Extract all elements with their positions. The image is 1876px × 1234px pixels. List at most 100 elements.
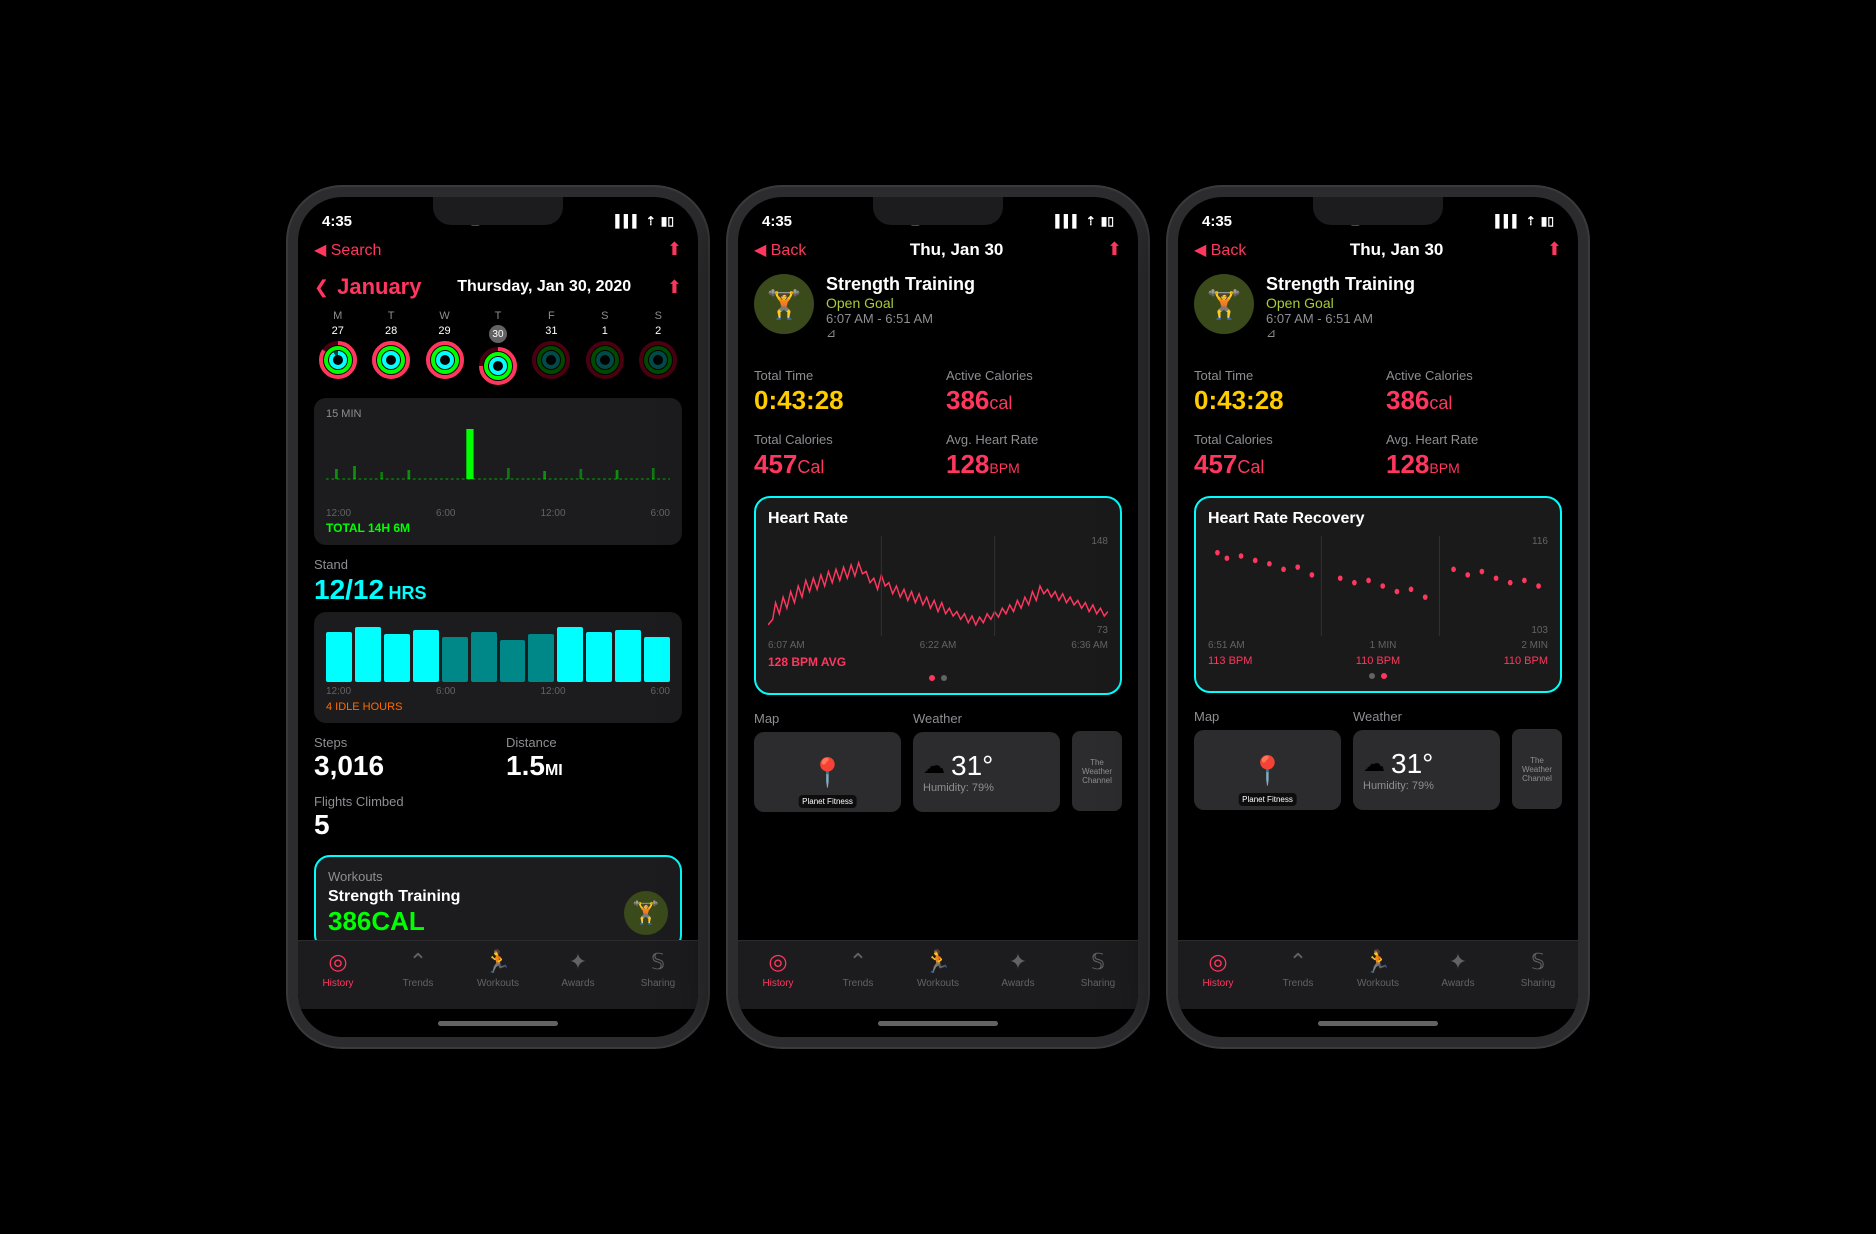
tab-history-1[interactable]: ◎ History (298, 949, 378, 989)
map-section-2: Map 📍 Planet Fitness (754, 711, 901, 812)
activity-ring-3 (478, 346, 518, 386)
weather-label-2: Weather (913, 711, 1060, 726)
awards-icon-3: ✦ (1449, 949, 1467, 975)
sharing-icon-1: 𝕊 (651, 949, 665, 975)
workout-goal-2: Open Goal (826, 295, 1122, 311)
metrics-row: Steps 3,016 Distance 1.5MI (314, 735, 682, 782)
day-col-1[interactable]: T 28 (367, 310, 414, 386)
chevron-left-icon[interactable]: ❮ (314, 277, 329, 298)
phone-3: 4:35 ⊿ ▲ ▌▌▌ ⇡ ▮▯ ◀ Back Thu, Jan 30 ⬆ 🏋 (1168, 187, 1588, 1047)
tab-sharing-1[interactable]: 𝕊 Sharing (618, 949, 698, 989)
dot-active-2 (929, 675, 935, 681)
stat-hr-value-2: 128BPM (946, 449, 1122, 480)
idle-label: 4 IDLE HOURS (326, 701, 670, 713)
hr-avg-2: 128 BPM AVG (768, 655, 1108, 669)
trends-label-1: Trends (403, 978, 434, 989)
workout-goal-3: Open Goal (1266, 295, 1562, 311)
hr-time-row-2: 6:07 AM 6:22 AM 6:36 AM (768, 640, 1108, 651)
tab-awards-3[interactable]: ✦ Awards (1418, 949, 1498, 989)
nav-bar-2: ◀ Back Thu, Jan 30 ⬆ (738, 237, 1138, 266)
day-col-3[interactable]: T 30 (474, 310, 521, 386)
stat-total-cal-2: Total Calories 457Cal (754, 432, 930, 480)
trends-label-3: Trends (1283, 978, 1314, 989)
tab-sharing-2[interactable]: 𝕊 Sharing (1058, 949, 1138, 989)
tab-sharing-3[interactable]: 𝕊 Sharing (1498, 949, 1578, 989)
home-bar-2 (878, 1021, 998, 1026)
stat-active-cal-label-3: Active Calories (1386, 368, 1562, 383)
tab-trends-1[interactable]: ⌃ Trends (378, 949, 458, 989)
workouts-card[interactable]: Workouts Strength Training 386CAL 🏋 (314, 855, 682, 940)
day-col-0[interactable]: M 27 (314, 310, 361, 386)
day-col-5[interactable]: S 1 (581, 310, 628, 386)
date-full: Thursday, Jan 30, 2020 (457, 278, 631, 296)
sharing-label-3: Sharing (1521, 978, 1555, 989)
weather-icon-row-2: ☁ 31° (923, 750, 1050, 782)
flights-label: Flights Climbed (314, 794, 682, 809)
wifi-icon-3: ⇡ (1526, 214, 1536, 228)
hr-recovery-chart-area-3: 116 (1208, 536, 1548, 636)
history-icon-3: ◎ (1208, 949, 1227, 975)
weather-temp-3: 31° (1391, 748, 1433, 780)
stand-bar-1 (355, 627, 381, 682)
tab-workouts-1[interactable]: 🏃 Workouts (458, 949, 538, 989)
activity-ring-6 (638, 340, 678, 380)
stat-total-time-label-2: Total Time (754, 368, 930, 383)
hr-recovery-max-3: 116 (1532, 536, 1548, 547)
share-icon-3[interactable]: ⬆ (1547, 239, 1562, 260)
nav-bar-1: ◀ Search ⬆ (298, 237, 698, 266)
workouts-card-title: Workouts (328, 869, 668, 884)
weather-icon-row-3: ☁ 31° (1363, 748, 1490, 780)
stat-total-time-label-3: Total Time (1194, 368, 1370, 383)
tab-awards-1[interactable]: ✦ Awards (538, 949, 618, 989)
map-thumb-2[interactable]: 📍 Planet Fitness (754, 732, 901, 812)
stand-bar-11 (644, 637, 670, 682)
hr-chart-title-2: Heart Rate (768, 510, 1108, 528)
history-label-2: History (762, 978, 793, 989)
dot-inactive-3a (1369, 673, 1375, 679)
tab-trends-2[interactable]: ⌃ Trends (818, 949, 898, 989)
status-icons-1: ▌▌▌ ⇡ ▮▯ (615, 214, 674, 228)
stand-bar-6 (500, 640, 526, 682)
awards-icon-2: ✦ (1009, 949, 1027, 975)
nav-back-1[interactable]: ◀ Search (314, 240, 381, 260)
tab-workouts-2[interactable]: 🏃 Workouts (898, 949, 978, 989)
nav-back-2[interactable]: ◀ Back (754, 240, 806, 260)
trends-icon-3: ⌃ (1289, 949, 1307, 975)
tab-trends-3[interactable]: ⌃ Trends (1258, 949, 1338, 989)
map-label-2: Map (754, 711, 901, 726)
stat-total-cal-3: Total Calories 457Cal (1194, 432, 1370, 480)
share-month-icon[interactable]: ⬆ (667, 277, 682, 298)
weather-humidity-3: Humidity: 79% (1363, 780, 1490, 792)
cloud-icon-2: ☁ (923, 753, 945, 779)
map-thumb-3[interactable]: 📍 Planet Fitness (1194, 730, 1341, 810)
stat-total-cal-label-3: Total Calories (1194, 432, 1370, 447)
share-icon-1[interactable]: ⬆ (667, 239, 682, 260)
weather-temp-2: 31° (951, 750, 993, 782)
tab-bar-2: ◎ History ⌃ Trends 🏃 Workouts ✦ Awards 𝕊 (738, 940, 1138, 1009)
stand-bar-8 (557, 627, 583, 682)
share-icon-2[interactable]: ⬆ (1107, 239, 1122, 260)
hr-val-1-3: 110 BPM (1356, 655, 1400, 667)
stats-grid-2: Total Time 0:43:28 Active Calories 386ca… (754, 368, 1122, 480)
nav-bar-3: ◀ Back Thu, Jan 30 ⬆ (1178, 237, 1578, 266)
dot-indicator-2 (768, 675, 1108, 681)
hr-max-2: 148 (1091, 536, 1108, 547)
wifi-icon-2: ⇡ (1086, 214, 1096, 228)
month-header: ❮ January Thursday, Jan 30, 2020 ⬆ (314, 274, 682, 300)
day-col-2[interactable]: W 29 (421, 310, 468, 386)
signal-icon-1: ▌▌▌ (615, 214, 641, 228)
sleep-chart-area (326, 424, 670, 504)
tab-workouts-3[interactable]: 🏃 Workouts (1338, 949, 1418, 989)
stand-bars (326, 622, 670, 682)
signal-icon-3: ▌▌▌ (1495, 214, 1521, 228)
tab-history-2[interactable]: ◎ History (738, 949, 818, 989)
workout-info-left: Strength Training 386CAL (328, 888, 460, 937)
tab-awards-2[interactable]: ✦ Awards (978, 949, 1058, 989)
day-col-4[interactable]: F 31 (528, 310, 575, 386)
day-col-6[interactable]: S 2 (635, 310, 682, 386)
nav-back-3[interactable]: ◀ Back (1194, 240, 1246, 260)
workout-time-2: 6:07 AM - 6:51 AM (826, 311, 1122, 326)
nav-title-3: Thu, Jan 30 (1246, 240, 1547, 260)
workout-time-3: 6:07 AM - 6:51 AM (1266, 311, 1562, 326)
tab-history-3[interactable]: ◎ History (1178, 949, 1258, 989)
